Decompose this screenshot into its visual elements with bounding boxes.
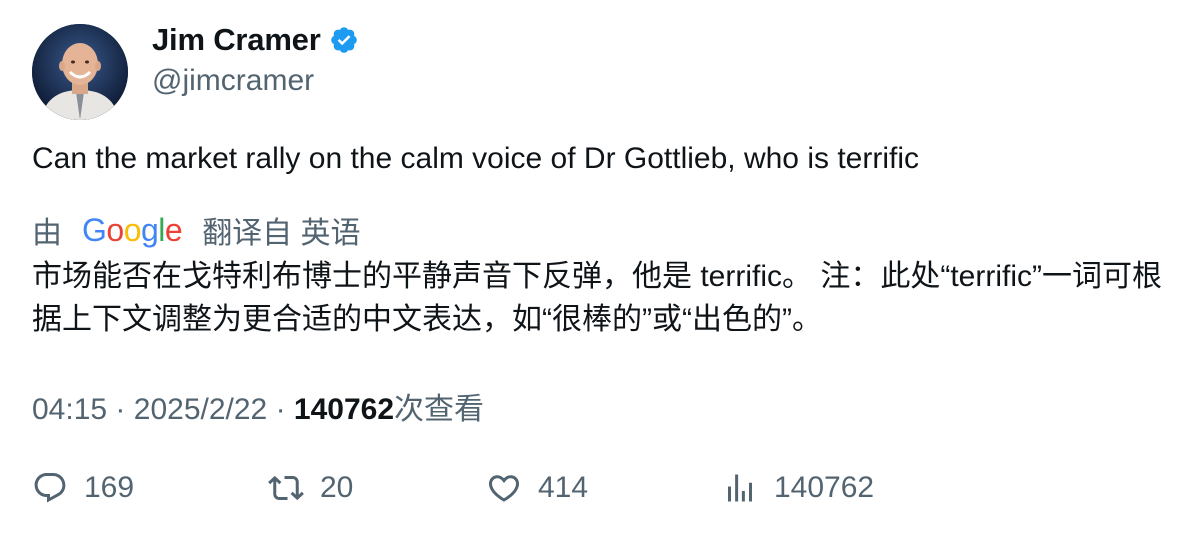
like-button[interactable]: 414 xyxy=(486,470,588,506)
analytics-icon xyxy=(728,474,752,502)
google-logo[interactable]: Google xyxy=(82,211,183,249)
google-logo-letter: G xyxy=(82,211,107,248)
avatar[interactable] xyxy=(32,24,128,120)
retweet-button[interactable]: 20 xyxy=(268,470,353,506)
google-logo-letter: e xyxy=(164,211,183,248)
meta-separator: · xyxy=(115,393,126,426)
verified-badge-icon[interactable] xyxy=(329,25,359,55)
tweet-text: Can the market rally on the calm voice o… xyxy=(32,142,919,175)
avatar-image xyxy=(32,24,128,120)
author-handle[interactable]: @jimcramer xyxy=(152,64,314,98)
views-label: 次查看 xyxy=(394,393,485,426)
translated-text: 市场能否在戈特利布博士的平静声音下反弹，他是 terrific。 注：此处“te… xyxy=(32,260,1162,336)
retweet-count: 20 xyxy=(320,471,354,504)
views-action-count: 140762 xyxy=(774,471,875,504)
retweet-icon xyxy=(268,475,304,501)
tweet-date[interactable]: 2025/2/22 xyxy=(134,393,267,426)
google-logo-letter: l xyxy=(158,211,165,248)
google-logo-letter: g xyxy=(140,211,159,248)
google-logo-letter: o xyxy=(106,211,124,248)
views-count: 140762 xyxy=(293,393,395,426)
translation-source-label: 翻译自 英语 xyxy=(202,217,361,250)
reply-icon xyxy=(34,473,66,503)
reply-count: 169 xyxy=(84,471,135,504)
meta-separator: · xyxy=(275,393,286,426)
translation-prefix: 由 xyxy=(32,217,62,250)
reply-button[interactable]: 169 xyxy=(32,470,134,506)
views-button[interactable]: 140762 xyxy=(722,470,874,506)
author-display-name[interactable]: Jim Cramer xyxy=(152,22,321,58)
action-bar: 169 20 414 140762 xyxy=(32,470,1172,514)
translation-attribution: 由 Google 翻译自 英语 xyxy=(32,208,361,252)
like-count: 414 xyxy=(538,471,589,504)
tweet-time[interactable]: 04:15 xyxy=(32,393,107,426)
google-logo-letter: o xyxy=(123,211,142,248)
author-name-row: Jim Cramer xyxy=(152,22,359,58)
heart-icon xyxy=(488,475,520,502)
tweet-meta: 04:15 · 2025/2/22 · 140762次查看 xyxy=(32,384,484,428)
